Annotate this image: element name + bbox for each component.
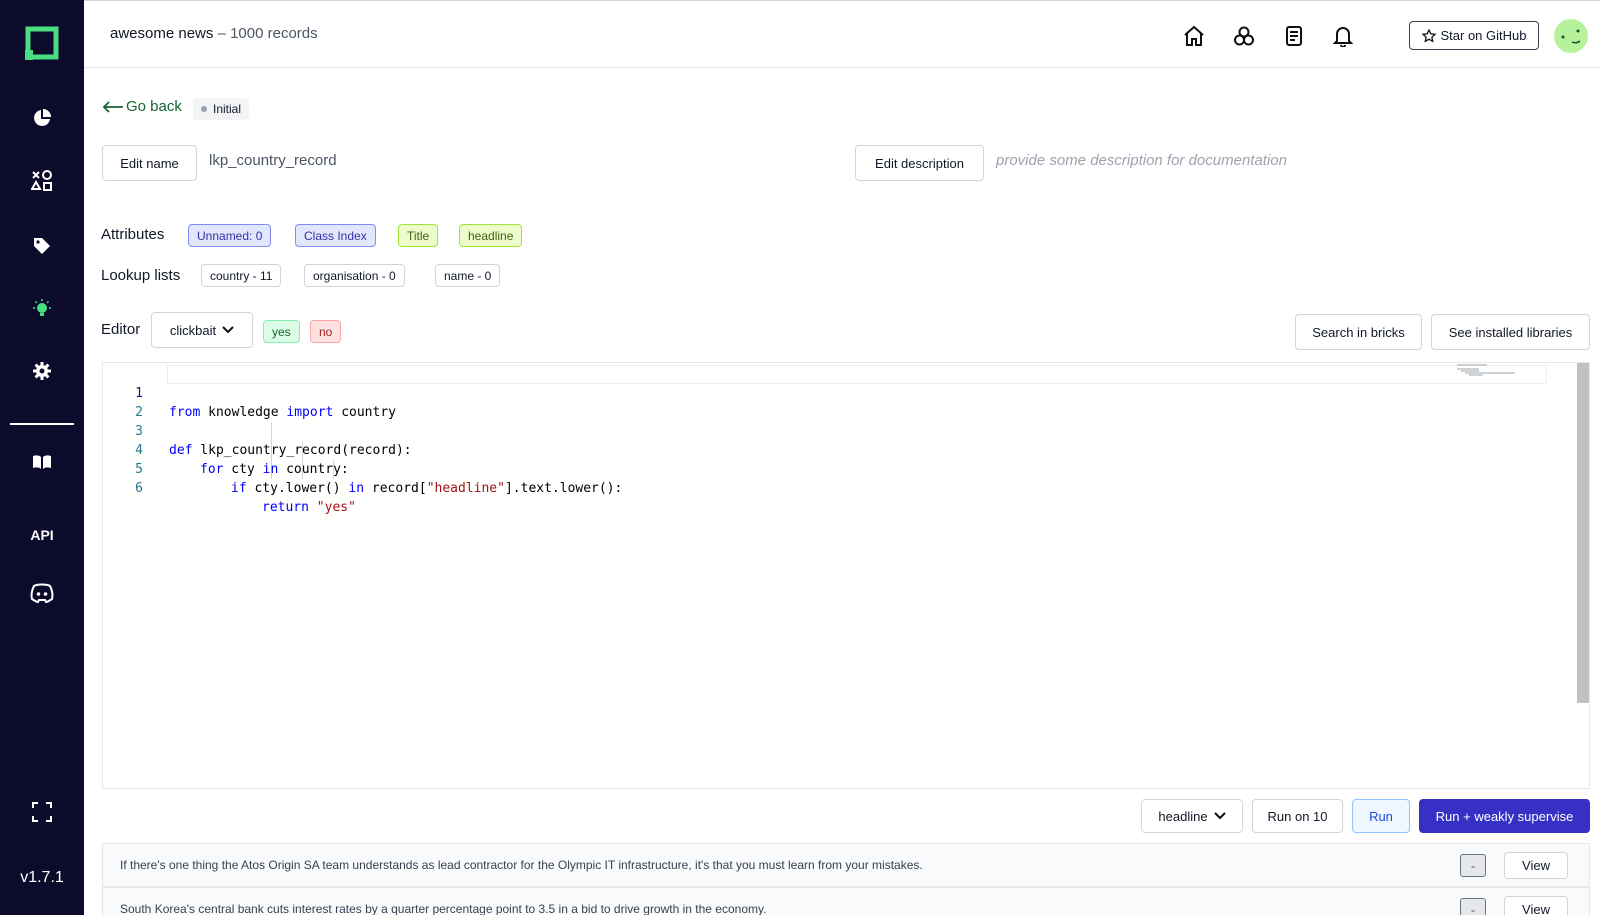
top-header: awesome news – 1000 records Star on GitH… <box>84 0 1600 68</box>
search-in-bricks-button[interactable]: Search in bricks <box>1295 314 1422 350</box>
star-icon <box>1421 28 1436 43</box>
avatar[interactable] <box>1554 19 1588 53</box>
attributes-label: Attributes <box>101 226 165 243</box>
sidebar-divider <box>10 423 74 425</box>
record-text: If there's one thing the Atos Origin SA … <box>120 858 923 872</box>
code-line: 6 return "yes" <box>103 460 1563 515</box>
fullscreen-icon[interactable] <box>29 799 55 825</box>
see-installed-libraries-button[interactable]: See installed libraries <box>1431 314 1590 350</box>
shapes-icon[interactable] <box>29 168 55 194</box>
editor-label: Editor <box>101 321 141 338</box>
chevron-down-icon <box>222 326 234 334</box>
label-chip-yes[interactable]: yes <box>263 320 300 343</box>
arrow-left-icon <box>102 100 123 113</box>
attribute-select-value: headline <box>1158 808 1208 824</box>
project-name: awesome news <box>110 25 214 42</box>
function-name: lkp_country_record <box>209 152 337 169</box>
code-line: 5 if cty.lower() in record["headline"].t… <box>103 441 1563 496</box>
go-back-label: Go back <box>126 98 182 115</box>
record-count: – 1000 records <box>213 25 318 42</box>
notes-icon[interactable] <box>1281 23 1307 49</box>
discord-icon[interactable] <box>29 580 55 606</box>
github-label: Star on GitHub <box>1440 28 1527 43</box>
lookup-list-chip[interactable]: organisation - 0 <box>304 264 405 287</box>
app-version: v1.7.1 <box>20 869 64 886</box>
attribute-select-dropdown[interactable]: headline <box>1141 799 1243 833</box>
attribute-chip[interactable]: Unnamed: 0 <box>188 224 272 247</box>
attribute-chip[interactable]: Class Index <box>295 224 376 247</box>
view-record-button[interactable]: View <box>1504 852 1568 879</box>
gear-icon[interactable] <box>29 358 55 384</box>
status-badge: Initial <box>193 98 250 120</box>
code-editor[interactable]: 1 from knowledge import country 2 3 def … <box>102 362 1590 789</box>
view-record-button[interactable]: View <box>1504 896 1568 915</box>
go-back-link[interactable]: Go back <box>102 98 182 115</box>
label-chip-no[interactable]: no <box>310 320 342 343</box>
editor-scrollbar[interactable] <box>1577 363 1589 703</box>
star-on-github-button[interactable]: Star on GitHub <box>1409 21 1539 50</box>
attribute-chip[interactable]: Title <box>398 224 439 247</box>
api-link[interactable]: API <box>22 527 62 543</box>
attribute-chip[interactable]: headline <box>459 224 523 247</box>
record-result-badge: - <box>1460 898 1486 915</box>
edit-name-button[interactable]: Edit name <box>102 145 197 181</box>
book-icon[interactable] <box>29 449 55 475</box>
edit-description-button[interactable]: Edit description <box>855 145 984 181</box>
chart-pie-icon[interactable] <box>29 105 55 131</box>
status-label: Initial <box>213 102 242 116</box>
record-result-badge: - <box>1460 854 1486 877</box>
run-weakly-supervise-button[interactable]: Run + weakly supervise <box>1419 799 1590 833</box>
label-task-dropdown[interactable]: clickbait <box>151 312 253 348</box>
kern-logo[interactable] <box>25 26 59 60</box>
lookup-list-chip[interactable]: name - 0 <box>435 264 501 287</box>
circles-icon[interactable] <box>1231 23 1257 49</box>
lookup-list-chip[interactable]: country - 11 <box>201 264 282 287</box>
code-line: 3 def lkp_country_record(record): <box>103 403 1563 458</box>
lookup-lists-label: Lookup lists <box>101 267 181 284</box>
label-task-value: clickbait <box>169 322 217 338</box>
code-line: 2 <box>103 384 1563 420</box>
bulb-icon[interactable] <box>29 296 55 322</box>
status-dot-icon <box>201 106 207 112</box>
chevron-down-icon <box>1213 812 1226 820</box>
tag-icon[interactable] <box>29 233 55 259</box>
sidebar: API v1.7.1 <box>0 0 84 915</box>
home-icon[interactable] <box>1181 23 1207 49</box>
record-row: South Korea's central bank cuts interest… <box>102 887 1590 915</box>
run-on-10-button[interactable]: Run on 10 <box>1252 799 1343 833</box>
line-number: 6 <box>135 481 143 496</box>
project-title: awesome news – 1000 records <box>110 25 318 42</box>
description-placeholder: provide some description for documentati… <box>996 152 1287 169</box>
record-row: If there's one thing the Atos Origin SA … <box>102 843 1590 887</box>
code-text: if cty.lower() in record["headline"].tex… <box>231 481 623 496</box>
bell-icon[interactable] <box>1330 23 1356 49</box>
code-text: return "yes" <box>262 500 356 515</box>
code-line: 1 from knowledge import country <box>103 365 1563 420</box>
record-text: South Korea's central bank cuts interest… <box>120 902 767 915</box>
code-line: 4 for cty in country: <box>103 422 1563 477</box>
run-button[interactable]: Run <box>1352 799 1410 833</box>
code-minimap[interactable] <box>1455 363 1575 383</box>
